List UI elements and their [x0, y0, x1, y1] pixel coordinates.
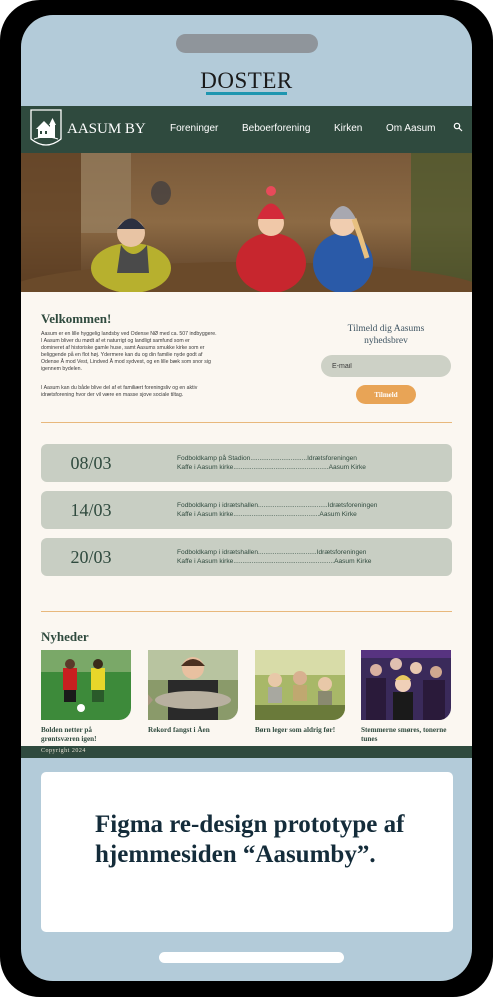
brand-logo: DOSTER — [200, 68, 293, 93]
news-caption: Børn leger som aldrig før! — [255, 726, 336, 734]
news-image-fish — [148, 650, 238, 720]
newsletter-heading: Tilmeld dig Aasums nyhedsbrev — [347, 324, 425, 346]
nav-item-om-aasum[interactable]: Om Aasum — [386, 123, 435, 134]
village-logo-icon[interactable] — [30, 109, 62, 149]
news-card[interactable]: Bolden netter på grøntsværen igen! — [41, 650, 131, 744]
welcome-text-line: idrætsforening hvor der vil være en mass… — [41, 392, 184, 398]
event-line: Fodboldkamp på Stadion..................… — [177, 455, 357, 462]
event-line: Fodboldkamp i idrætshallen..............… — [177, 502, 378, 509]
event-row[interactable]: 08/03 Fodboldkamp på Stadion............… — [41, 444, 452, 482]
copyright-text: Copyright 2024 — [41, 748, 86, 754]
event-line: Kaffe i Aasum kirke.....................… — [177, 464, 366, 471]
brand-underline — [206, 92, 287, 95]
caption-card: Figma re-design prototype af hjemmesiden… — [41, 772, 453, 932]
nav-item-beboerforening[interactable]: Beboerforening — [242, 123, 310, 134]
news-image-football — [41, 650, 131, 720]
news-image-children — [255, 650, 345, 720]
home-indicator[interactable] — [159, 952, 344, 963]
section-divider — [41, 611, 452, 612]
email-input[interactable] — [321, 355, 451, 377]
phone-screen: DOSTER AASUM BY Foreninger Beboerforenin… — [21, 15, 472, 981]
subscribe-button[interactable]: Tilmeld — [356, 385, 416, 404]
caption-text: Figma re-design prototype af hjemmesiden… — [95, 811, 405, 868]
nav-item-kirken[interactable]: Kirken — [334, 123, 362, 134]
site-logo-text[interactable]: AASUM BY — [67, 121, 146, 138]
event-line: Kaffe i Aasum kirke.....................… — [177, 511, 357, 518]
site-footer: Copyright 2024 — [21, 746, 472, 758]
event-row[interactable]: 14/03 Fodboldkamp i idrætshallen........… — [41, 491, 452, 529]
news-caption: Rekord fangst i Åen — [148, 726, 210, 734]
event-date: 14/03 — [70, 500, 112, 520]
news-caption: Stemmerne smøres, tonerne tunes — [361, 726, 447, 743]
news-card[interactable]: Rekord fangst i Åen — [148, 650, 238, 735]
hero-image — [21, 153, 472, 292]
news-heading: Nyheder — [41, 629, 89, 644]
website-mockup: AASUM BY Foreninger Beboerforening Kirke… — [21, 106, 472, 758]
event-line: Fodboldkamp i idrætshallen..............… — [177, 549, 367, 556]
news-card[interactable]: Børn leger som aldrig før! — [255, 650, 345, 735]
event-date: 08/03 — [70, 453, 112, 473]
phone-notch — [176, 34, 318, 53]
event-date: 20/03 — [70, 547, 112, 567]
news-card[interactable]: Stemmerne smøres, tonerne tunes — [361, 650, 451, 744]
phone-frame: DOSTER AASUM BY Foreninger Beboerforenin… — [0, 0, 493, 997]
event-row[interactable]: 20/03 Fodboldkamp i idrætshallen........… — [41, 538, 452, 576]
welcome-text-line: igennem bydelen. — [41, 366, 82, 372]
news-caption: Bolden netter på grøntsværen igen! — [41, 726, 97, 743]
section-divider — [41, 422, 452, 423]
event-line: Kaffe i Aasum kirke.....................… — [177, 558, 372, 565]
nav-item-foreninger[interactable]: Foreninger — [170, 123, 218, 134]
nav-bar: AASUM BY Foreninger Beboerforening Kirke… — [21, 106, 472, 153]
search-icon[interactable] — [453, 122, 463, 132]
welcome-heading: Velkommen! — [41, 311, 112, 326]
news-image-choir — [361, 650, 451, 720]
